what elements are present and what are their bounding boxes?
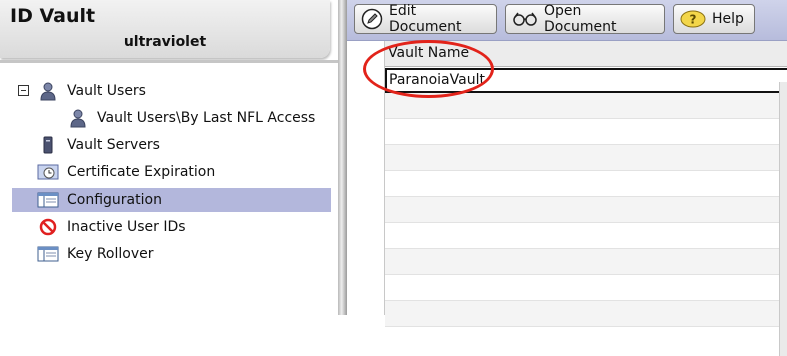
tree-item-inactive-user-ids[interactable]: Inactive User IDs [37,215,186,239]
tree-item-certificate-expiration[interactable]: Certificate Expiration [37,160,215,184]
row-selector-column [347,41,385,315]
column-header-row: Vault Name [347,41,787,67]
glasses-icon [512,9,538,29]
tree-item-label: Inactive User IDs [67,219,186,235]
server-name: ultraviolet [123,34,207,50]
tree-item-label: Vault Users [67,83,146,99]
configuration-icon [37,190,59,210]
action-bar: Edit Document Open Document ? Help [347,0,787,41]
collapse-toggle-icon[interactable] [18,85,29,96]
certificate-clock-icon [37,162,59,182]
table-row [385,275,787,301]
tree-item-key-rollover[interactable]: Key Rollover [37,242,154,266]
svg-text:?: ? [690,13,697,27]
table-row [385,301,787,327]
help-button[interactable]: ? Help [673,4,755,34]
open-document-label: Open Document [544,3,617,35]
tree-item-vault-users[interactable]: Vault Users [37,79,146,103]
open-document-button[interactable]: Open Document [505,3,665,35]
tree-item-configuration[interactable]: Configuration [12,188,331,212]
view-pane: Edit Document Open Document ? Help Vault… [347,0,787,356]
pencil-icon [361,8,383,30]
server-icon [37,135,59,155]
app-title: ID Vault [10,5,96,27]
table-row [385,197,787,223]
pane-splitter[interactable] [338,0,347,315]
table-row [385,171,787,197]
key-rollover-icon [37,244,59,264]
tree-item-label: Key Rollover [67,246,154,262]
view-grid: Vault Name ParanoiaVault [347,41,787,356]
tree-item-label: Certificate Expiration [67,164,216,180]
table-row [385,249,787,275]
table-row [385,145,787,171]
table-row [385,93,787,119]
user-icon [67,108,89,128]
tree-item-label: Vault Servers [67,137,160,153]
vault-name-cell[interactable]: ParanoiaVault [385,68,787,93]
navigator-pane: ID Vault ultraviolet Vault Users Vault U… [0,0,338,315]
column-header-vault-name[interactable]: Vault Name [388,41,469,66]
table-row [385,119,787,145]
header-divider [0,60,338,63]
tree-item-vault-servers[interactable]: Vault Servers [37,133,160,157]
tree-item-label: Configuration [67,192,162,208]
tree-item-vault-users-by-last-nfl-access[interactable]: Vault Users\By Last NFL Access [67,106,315,130]
help-label: Help [712,11,744,27]
prohibited-icon [37,217,59,237]
edit-document-button[interactable]: Edit Document [354,3,497,35]
table-row [385,223,787,249]
edit-document-label: Edit Document [389,3,462,35]
user-icon [37,81,59,101]
navigator-header: ID Vault ultraviolet [0,0,330,58]
tree-item-label: Vault Users\By Last NFL Access [97,110,316,126]
help-question-icon: ? [680,10,706,28]
